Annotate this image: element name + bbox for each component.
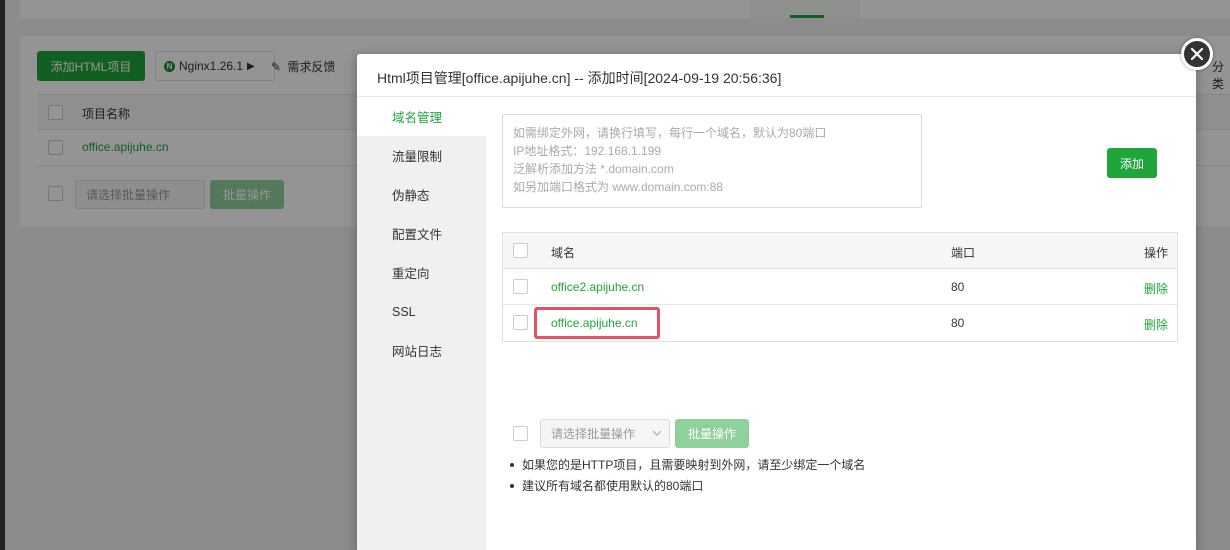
domain-link[interactable]: office.apijuhe.cn — [551, 316, 638, 330]
domain-link[interactable]: office2.apijuhe.cn — [551, 280, 644, 294]
sidebar-item-domain[interactable]: 域名管理 — [357, 97, 486, 136]
domain-input[interactable]: 如需绑定外网，请换行填写，每行一个域名，默认为80端口 IP地址格式：192.1… — [502, 114, 922, 208]
sidebar-item-site-log[interactable]: 网站日志 — [357, 331, 486, 370]
delete-link[interactable]: 删除 — [1144, 316, 1168, 333]
domain-table: 域名 端口 操作 office2.apijuhe.cn 80 删除 office… — [502, 232, 1178, 342]
chevron-down-icon — [652, 430, 662, 436]
batch-checkbox[interactable] — [513, 426, 528, 441]
batch-operation-button[interactable]: 批量操作 — [675, 419, 749, 448]
sidebar-item-redirect[interactable]: 重定向 — [357, 253, 486, 292]
dialog-sidebar: 域名管理 流量限制 伪静态 配置文件 重定向 SSL 网站日志 — [357, 97, 486, 550]
port-value: 80 — [951, 280, 965, 294]
batch-select-placeholder: 请选择批量操作 — [551, 427, 636, 441]
html-project-dialog: Html项目管理[office.apijuhe.cn] -- 添加时间[2024… — [357, 54, 1196, 550]
dialog-title: Html项目管理[office.apijuhe.cn] -- 添加时间[2024… — [377, 70, 782, 86]
dialog-header: Html项目管理[office.apijuhe.cn] -- 添加时间[2024… — [357, 54, 1196, 97]
port-column-header: 端口 — [951, 246, 976, 260]
tips-list: 如果您的是HTTP项目，且需要映射到外网，请至少绑定一个域名 建议所有域名都使用… — [506, 455, 865, 497]
domain-table-header: 域名 端口 操作 — [503, 233, 1177, 269]
add-domain-button[interactable]: 添加 — [1107, 148, 1157, 178]
domain-column-header: 域名 — [551, 246, 576, 260]
table-row: office.apijuhe.cn 80 删除 — [503, 305, 1177, 341]
dialog-main: 如需绑定外网，请换行填写，每行一个域名，默认为80端口 IP地址格式：192.1… — [486, 97, 1196, 550]
delete-link[interactable]: 删除 — [1144, 280, 1168, 297]
sidebar-item-traffic-limit[interactable]: 流量限制 — [357, 136, 486, 175]
row-checkbox[interactable] — [513, 279, 528, 294]
sidebar-item-config-file[interactable]: 配置文件 — [357, 214, 486, 253]
action-column-header: 操作 — [1143, 246, 1168, 260]
batch-operation-select[interactable]: 请选择批量操作 — [540, 419, 670, 448]
close-icon — [1190, 47, 1204, 61]
port-value: 80 — [951, 316, 965, 330]
list-item: 如果您的是HTTP项目，且需要映射到外网，请至少绑定一个域名 — [506, 455, 865, 476]
sidebar-item-ssl[interactable]: SSL — [357, 292, 486, 331]
sidebar-item-rewrite[interactable]: 伪静态 — [357, 175, 486, 214]
select-all-checkbox[interactable] — [513, 243, 528, 258]
list-item: 建议所有域名都使用默认的80端口 — [506, 476, 865, 497]
close-dialog-button[interactable] — [1181, 38, 1213, 70]
row-checkbox[interactable] — [513, 315, 528, 330]
table-row: office2.apijuhe.cn 80 删除 — [503, 269, 1177, 305]
